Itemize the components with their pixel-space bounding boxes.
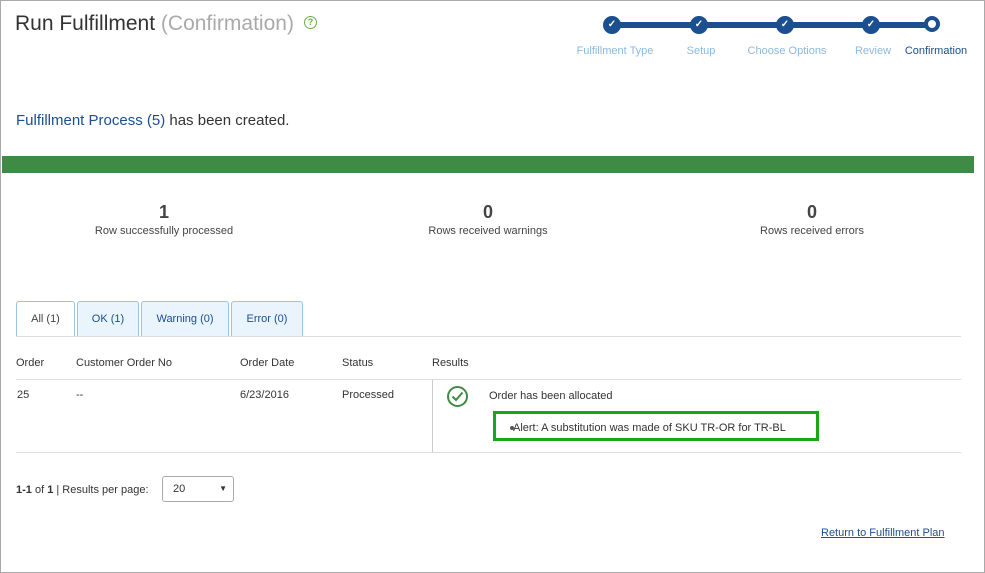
tab-ok[interactable]: OK (1) [77, 301, 139, 336]
cell-order-date: 6/23/2016 [240, 389, 289, 401]
creation-message: Fulfillment Process (5) has been created… [16, 112, 289, 129]
cell-order: 25 [17, 389, 30, 401]
column-header-status: Status [342, 357, 374, 369]
alert-message: Alert: A substitution was made of SKU TR… [513, 422, 786, 434]
tab-divider [16, 336, 961, 337]
step-label-choose-options[interactable]: Choose Options [748, 45, 827, 57]
stepper-line [612, 22, 933, 28]
progress-bar [2, 156, 974, 173]
stat-warnings-value: 0 [482, 202, 493, 222]
page-range: 1-1 [16, 484, 32, 496]
cell-customer-order-no: -- [76, 389, 84, 401]
per-page-label: | Results per page: [56, 484, 149, 496]
result-text: Order has been allocated [489, 390, 613, 402]
stat-errors-value: 0 [806, 202, 817, 222]
column-header-order: Order [16, 357, 45, 369]
results-per-page-select[interactable]: 20 ▼ [162, 476, 234, 502]
stat-processed: 1 Row successfully processed [54, 202, 274, 237]
stat-processed-label: Row successfully processed [94, 225, 234, 237]
step-4-check-icon: ✓ [862, 16, 880, 34]
column-header-customer-order-no: Customer Order No [76, 357, 172, 369]
step-2-check-icon: ✓ [690, 16, 708, 34]
results-column-divider [432, 380, 433, 452]
step-3-check-icon: ✓ [776, 16, 794, 34]
tab-all[interactable]: All (1) [16, 301, 75, 336]
per-page-value: 20 [173, 483, 186, 495]
step-5-current-icon [924, 16, 940, 32]
page-frame: Run Fulfillment (Confirmation) ? ✓ ✓ ✓ ✓… [0, 0, 985, 573]
stat-warnings-label: Rows received warnings [428, 225, 548, 237]
step-label-setup[interactable]: Setup [687, 45, 716, 57]
chevron-down-icon: ▼ [219, 484, 227, 493]
check-circle-icon [447, 386, 468, 407]
tab-error[interactable]: Error (0) [231, 301, 303, 336]
step-1-check-icon: ✓ [603, 16, 621, 34]
stat-errors: 0 Rows received errors [702, 202, 922, 237]
pagination-info: 1-1 of 1 | Results per page: [16, 484, 149, 496]
tab-warning[interactable]: Warning (0) [141, 301, 229, 336]
step-label-confirmation: Confirmation [904, 45, 968, 57]
creation-message-text: has been created. [165, 112, 290, 129]
step-label-review[interactable]: Review [855, 45, 891, 57]
page-total: 1 [47, 484, 54, 496]
column-header-results: Results [432, 357, 469, 369]
stat-errors-label: Rows received errors [760, 225, 864, 237]
column-header-order-date: Order Date [240, 357, 295, 369]
header-divider [16, 379, 961, 380]
page-of: of [31, 484, 48, 496]
cell-status: Processed [342, 389, 394, 401]
progress-stepper: ✓ ✓ ✓ ✓ Fulfillment Type Setup Choose Op… [1, 1, 985, 71]
fulfillment-process-link[interactable]: Fulfillment Process (5) [16, 112, 165, 129]
stat-warnings: 0 Rows received warnings [378, 202, 598, 237]
stat-processed-value: 1 [158, 202, 169, 222]
return-to-fulfillment-plan-link[interactable]: Return to Fulfillment Plan [821, 527, 945, 539]
step-label-fulfillment-type[interactable]: Fulfillment Type [577, 45, 654, 57]
row-divider [16, 452, 961, 453]
